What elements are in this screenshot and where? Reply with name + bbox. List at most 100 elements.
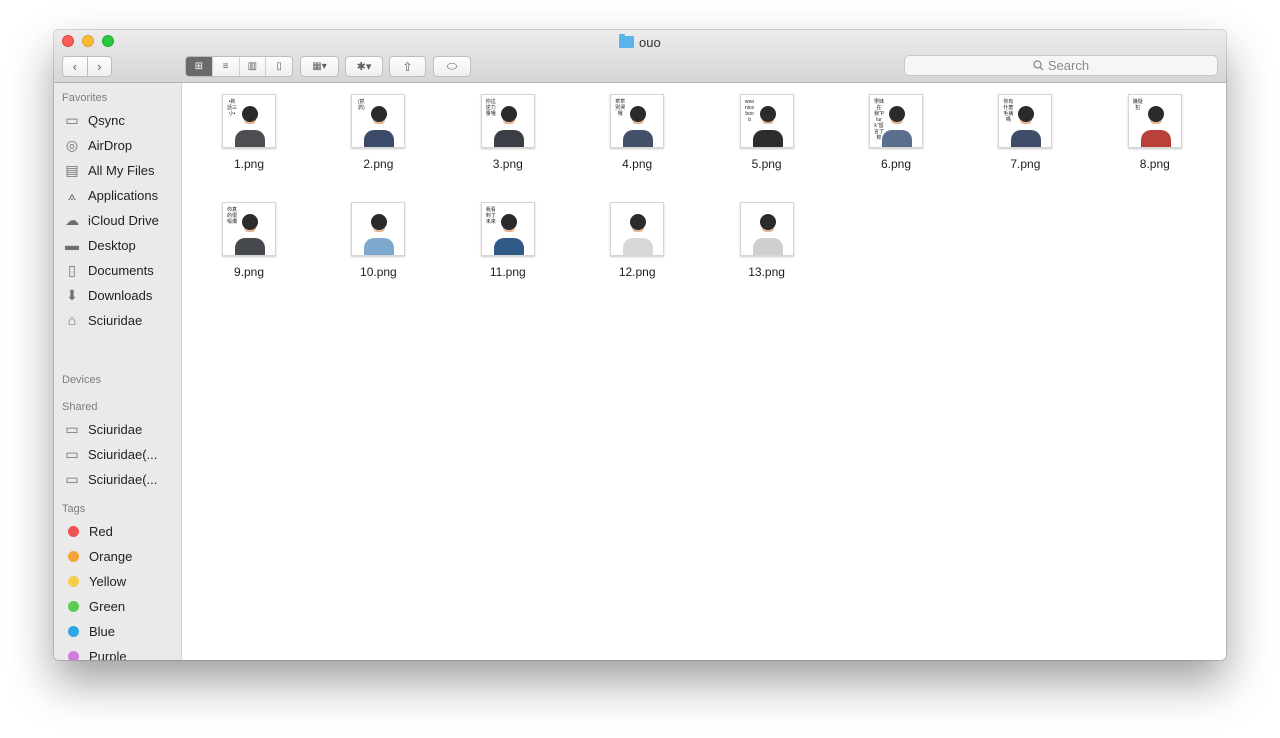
tags-button[interactable]: ⬭ bbox=[433, 56, 471, 77]
sidebar-item[interactable]: ▯ Documents bbox=[62, 260, 154, 280]
file-item[interactable]: 乖乖別哭哦 4.png bbox=[582, 94, 692, 171]
downloads-icon: ⬇ bbox=[66, 287, 78, 303]
file-name: 1.png bbox=[233, 157, 265, 171]
person-head bbox=[1147, 106, 1164, 122]
person-head bbox=[759, 106, 776, 122]
file-name: 3.png bbox=[492, 157, 523, 171]
arrange-button[interactable]: ▦ ▾ bbox=[300, 56, 339, 77]
file-grid: •新話三小• 1.png (抓抓) 2.png 你這逆力量哦 3.png 乖乖別哭哦 4.pn… bbox=[182, 83, 1226, 660]
sidebar-tag-item[interactable]: Yellow bbox=[62, 571, 126, 591]
list-view-button[interactable]: ≡ bbox=[211, 57, 239, 76]
coverflow-view-button[interactable]: ▯ bbox=[265, 57, 292, 76]
person-head bbox=[500, 214, 517, 230]
sidebar-item[interactable]: ▭ Sciuridae(... bbox=[62, 469, 157, 489]
thumbnail-caption: 乖乖別哭哦 bbox=[615, 99, 626, 117]
forward-button[interactable]: › bbox=[86, 57, 112, 76]
sidebar-item-label: Documents bbox=[88, 262, 154, 278]
thumbnail-caption: 嫌疑犯 bbox=[1132, 99, 1143, 111]
chevron-down-icon: ▾ bbox=[365, 61, 372, 73]
action-button[interactable]: ✱ ▾ bbox=[345, 56, 383, 77]
thumbnail-caption: 你這逆力量哦 bbox=[485, 99, 496, 117]
file-thumbnail: 我看到了未來 bbox=[480, 202, 535, 256]
sidebar-item[interactable]: ▭ Sciuridae(... bbox=[62, 444, 157, 464]
file-name: 9.png bbox=[233, 265, 265, 279]
file-thumbnail: 你這逆力量哦 bbox=[480, 94, 535, 148]
sidebar-item-label: All My Files bbox=[88, 162, 155, 178]
file-thumbnail: •新話三小• bbox=[222, 94, 276, 148]
file-item[interactable]: 我看到了未來 11.png bbox=[453, 202, 563, 279]
file-item[interactable]: •新話三小• 1.png bbox=[194, 94, 304, 171]
sidebar-item[interactable]: ⟑ Applications bbox=[62, 185, 158, 205]
file-item[interactable]: 你真的很噁爛 9.png bbox=[194, 202, 304, 279]
file-name: 10.png bbox=[360, 265, 397, 279]
home-icon: ⌂ bbox=[67, 312, 77, 328]
person-body bbox=[882, 130, 912, 147]
sidebar-header-tags: Tags bbox=[62, 503, 86, 515]
file-item[interactable]: 嫌疑犯 8.png bbox=[1100, 94, 1210, 171]
person-body bbox=[752, 238, 783, 255]
minimize-button[interactable] bbox=[82, 35, 94, 47]
sidebar-tag-item[interactable]: Blue bbox=[62, 621, 115, 641]
file-item[interactable]: 你這逆力量哦 3.png bbox=[453, 94, 563, 171]
sidebar-tag-item[interactable]: Orange bbox=[62, 546, 132, 566]
file-item[interactable]: (抓抓) 2.png bbox=[323, 94, 433, 171]
sidebar-item[interactable]: ▭ Sciuridae bbox=[62, 419, 142, 439]
sidebar-header-devices: Devices bbox=[62, 374, 102, 386]
person-body bbox=[493, 130, 524, 147]
file-name: 5.png bbox=[751, 157, 782, 171]
sidebar-item-label: Qsync bbox=[88, 112, 125, 128]
folder-icon: ▭ bbox=[65, 112, 79, 128]
person-body bbox=[623, 238, 654, 255]
sidebar-tag-item[interactable]: Red bbox=[62, 521, 113, 541]
file-thumbnail: woo nice boob bbox=[739, 94, 794, 148]
file-item[interactable]: woo nice boob 5.png bbox=[712, 94, 822, 171]
thumbnail-caption: 你真的很噁爛 bbox=[227, 207, 238, 225]
file-item[interactable]: 13.png bbox=[712, 202, 822, 279]
file-name: 11.png bbox=[489, 265, 526, 279]
file-thumbnail: (抓抓) bbox=[351, 94, 406, 148]
sidebar-item-label: Desktop bbox=[88, 237, 136, 253]
file-item[interactable]: 你有什麼毛病嗎 7.png bbox=[970, 94, 1080, 171]
column-view-button[interactable]: ▥ bbox=[238, 57, 266, 76]
toolbar: ouo ‹ › ⊞ ≡ ▥ ▯ ▦ ▾ ✱ ▾ ⇧ ⬭ Search bbox=[54, 30, 1226, 83]
person-head bbox=[889, 106, 905, 122]
file-item[interactable]: 10.png bbox=[323, 202, 433, 279]
back-button[interactable]: ‹ bbox=[63, 57, 87, 76]
file-item[interactable]: 學妹在我"Plurk"留言了欸 6.png bbox=[841, 94, 951, 171]
sidebar-item-label: Sciuridae bbox=[88, 312, 143, 328]
sidebar-item[interactable]: ▤ All My Files bbox=[62, 160, 154, 180]
file-thumbnail: 你真的很噁爛 bbox=[222, 202, 276, 256]
sidebar-item[interactable]: ▬ Desktop bbox=[62, 235, 136, 255]
tag-color-dot bbox=[68, 650, 79, 660]
close-button[interactable] bbox=[62, 35, 74, 47]
sidebar-item-label: Sciuridae bbox=[88, 421, 143, 437]
share-icon: ⇧ bbox=[402, 59, 413, 74]
desktop-icon: ▬ bbox=[65, 237, 79, 253]
cloud-icon: ☁ bbox=[65, 212, 79, 228]
icon-view-button[interactable]: ⊞ bbox=[186, 57, 212, 76]
file-thumbnail: 乖乖別哭哦 bbox=[610, 94, 665, 148]
sidebar-item[interactable]: ◎ AirDrop bbox=[62, 135, 132, 155]
tag-color-dot bbox=[68, 625, 79, 637]
finder-window: ouo ‹ › ⊞ ≡ ▥ ▯ ▦ ▾ ✱ ▾ ⇧ ⬭ Search Favor… bbox=[54, 30, 1226, 660]
sidebar-tag-item[interactable]: Green bbox=[62, 596, 125, 616]
sidebar-item[interactable]: ⬇ Downloads bbox=[62, 285, 152, 305]
sidebar-item[interactable]: ▭ Qsync bbox=[62, 110, 125, 130]
sidebar-tag-item[interactable]: Purple bbox=[62, 646, 127, 660]
person-body bbox=[235, 130, 265, 147]
sidebar-item[interactable]: ☁ iCloud Drive bbox=[62, 210, 159, 230]
sidebar-item-label: Red bbox=[89, 523, 113, 539]
file-name: 6.png bbox=[880, 157, 912, 171]
tag-color-dot bbox=[68, 550, 79, 562]
file-item[interactable]: 12.png bbox=[582, 202, 692, 279]
search-field[interactable]: Search bbox=[904, 55, 1218, 76]
person-body bbox=[1011, 130, 1042, 147]
sidebar-item-label: Downloads bbox=[88, 287, 153, 303]
thumbnail-caption: •新話三小• bbox=[227, 99, 238, 117]
zoom-button[interactable] bbox=[102, 35, 114, 47]
sidebar-item[interactable]: ⌂ Sciuridae bbox=[62, 310, 142, 330]
sidebar-item-label: Yellow bbox=[89, 573, 127, 589]
person-head bbox=[242, 106, 258, 122]
share-button[interactable]: ⇧ bbox=[389, 56, 426, 77]
computer-icon: ▭ bbox=[65, 421, 79, 437]
